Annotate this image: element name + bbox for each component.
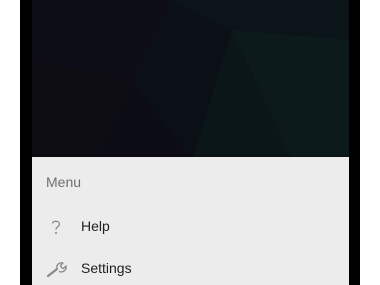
help-icon xyxy=(46,217,66,237)
menu-item-help[interactable]: Help xyxy=(32,207,349,247)
wrench-icon xyxy=(46,259,67,279)
menu-item-help-label: Help xyxy=(81,218,110,234)
menu-item-settings-label: Settings xyxy=(81,260,132,276)
app-screen: Menu Help Settings xyxy=(32,0,349,285)
wallpaper-background xyxy=(32,0,349,160)
menu-item-settings[interactable]: Settings xyxy=(32,249,349,285)
menu-title: Menu xyxy=(46,174,82,190)
